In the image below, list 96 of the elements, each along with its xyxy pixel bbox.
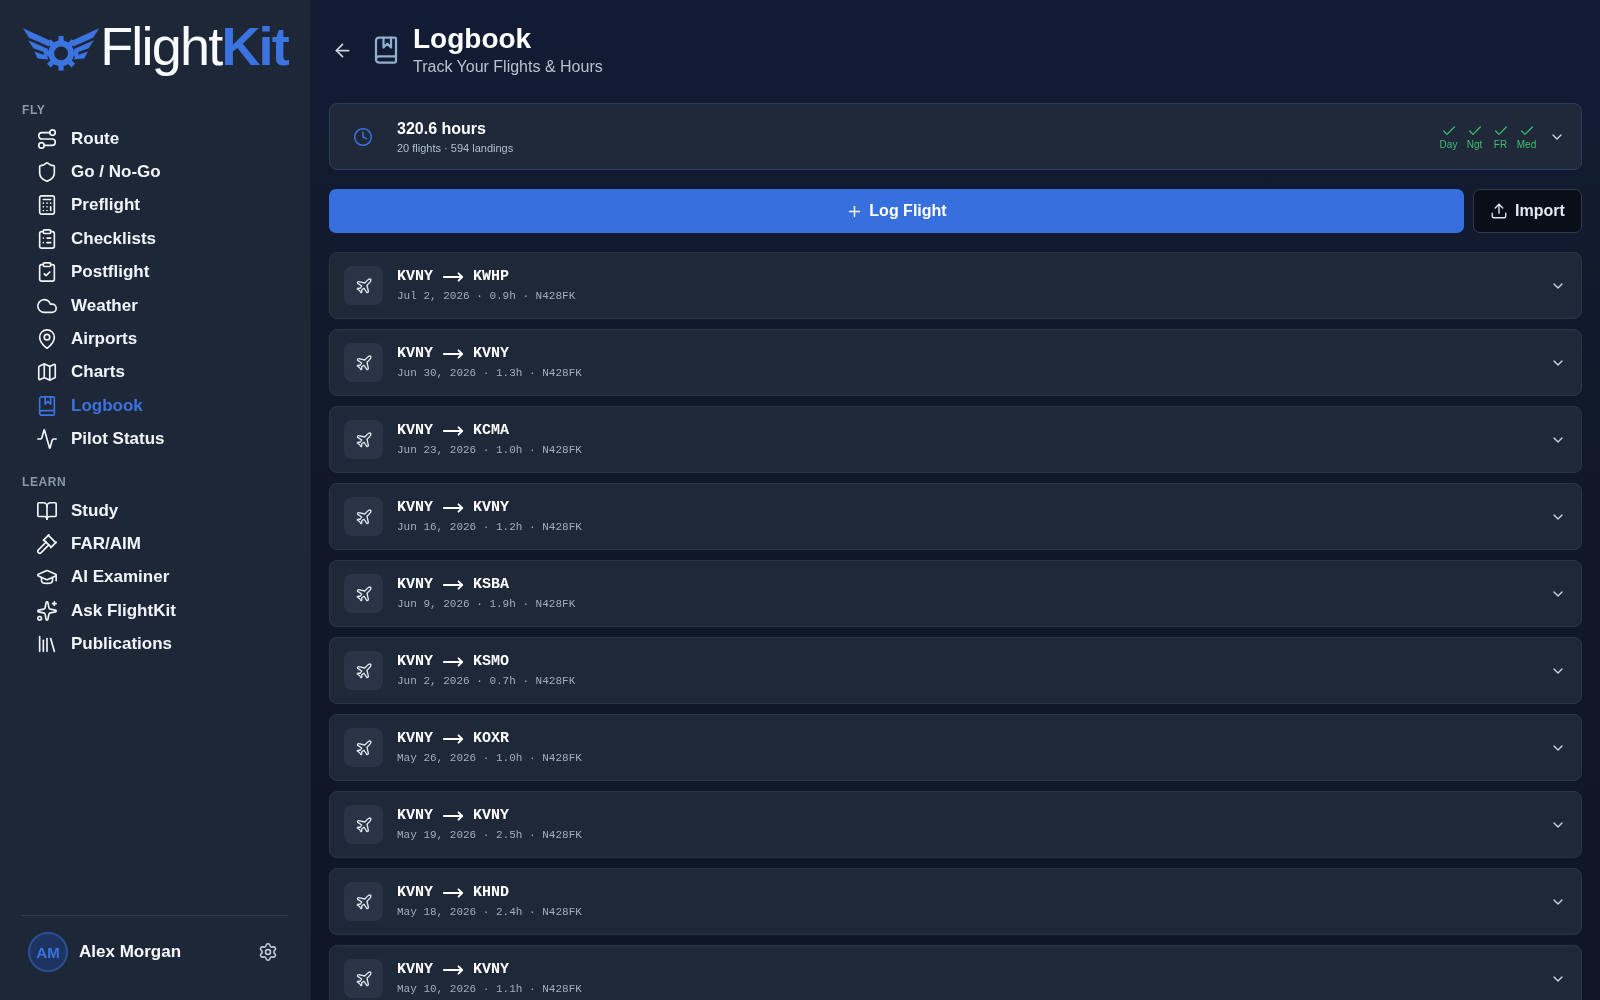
pulse-icon <box>36 428 58 451</box>
currency-label: Day <box>1439 138 1458 151</box>
origin-code: KVNY <box>397 498 433 517</box>
nav-item[interactable]: Airports <box>22 322 144 356</box>
flight-row[interactable]: KVNY KVNY Jun 16, 2026 · 1.2h · N428FK <box>329 483 1582 550</box>
nav-item[interactable]: Pilot Status <box>22 422 171 456</box>
plane-icon <box>344 343 383 382</box>
plane-icon <box>344 497 383 536</box>
flight-details: May 18, 2026 · 2.4h · N428FK <box>397 904 582 920</box>
clock-icon <box>353 126 373 147</box>
destination-code: KVNY <box>473 960 510 979</box>
flight-details: May 26, 2026 · 1.0h · N428FK <box>397 750 582 766</box>
plane-icon <box>344 805 383 844</box>
nav-item[interactable]: Postflight <box>22 255 156 289</box>
flight-details: Jul 2, 2026 · 0.9h · N428FK <box>397 288 576 304</box>
plane-icon <box>344 728 383 767</box>
destination-code: KVNY <box>473 498 510 517</box>
nav-item[interactable]: Study <box>22 493 125 528</box>
flight-details: May 10, 2026 · 1.1h · N428FK <box>397 981 582 997</box>
flight-details: Jun 16, 2026 · 1.2h · N428FK <box>397 519 582 535</box>
bookmark-book-icon <box>36 394 58 417</box>
origin-code: KVNY <box>397 729 433 748</box>
flight-row[interactable]: KVNY KWHP Jul 2, 2026 · 0.9h · N428FK <box>329 252 1582 319</box>
destination-code: KVNY <box>473 806 510 825</box>
origin-code: KVNY <box>397 575 433 594</box>
import-button[interactable]: Import <box>1473 189 1582 233</box>
plane-icon <box>344 574 383 613</box>
user-avatar: AM <box>28 932 68 972</box>
origin-code: KVNY <box>397 421 433 440</box>
open-book-icon <box>36 499 58 522</box>
nav-item[interactable]: AI Examiner <box>22 560 176 595</box>
flight-details: Jun 23, 2026 · 1.0h · N428FK <box>397 442 582 458</box>
nav-item[interactable]: Route <box>22 122 126 156</box>
origin-code: KVNY <box>397 267 433 286</box>
plane-icon <box>344 266 383 305</box>
section-label: LEARN <box>22 473 68 490</box>
destination-code: KSBA <box>473 575 510 594</box>
currency-label: Med <box>1516 138 1537 151</box>
flight-row[interactable]: KVNY KVNY May 10, 2026 · 1.1h · N428FK <box>329 945 1582 1000</box>
plane-icon <box>344 651 383 690</box>
flight-details: Jun 2, 2026 · 0.7h · N428FK <box>397 673 576 689</box>
plane-icon <box>344 959 383 998</box>
map-pin-icon <box>36 328 58 351</box>
gavel-icon <box>36 533 58 555</box>
flight-row[interactable]: KVNY KCMA Jun 23, 2026 · 1.0h · N428FK <box>329 406 1582 473</box>
page-title: Logbook <box>413 22 533 56</box>
nav-item[interactable]: Ask FlightKit <box>22 594 182 628</box>
currency-label: Ngt <box>1466 138 1483 151</box>
flight-row[interactable]: KVNY KSBA Jun 9, 2026 · 1.9h · N428FK <box>329 560 1582 627</box>
flight-row[interactable]: KVNY KSMO Jun 2, 2026 · 0.7h · N428FK <box>329 637 1582 704</box>
page-subtitle: Track Your Flights & Hours <box>413 57 603 77</box>
flights-landings-count: 20 flights · 594 landings <box>397 140 514 155</box>
calculator-icon <box>36 194 58 217</box>
origin-code: KVNY <box>397 806 433 825</box>
logo-text: Flight <box>100 17 222 75</box>
log-flight-button[interactable]: Log Flight <box>329 189 1464 233</box>
shield-icon <box>36 161 58 184</box>
flight-details: Jun 9, 2026 · 1.9h · N428FK <box>397 596 576 612</box>
flight-row[interactable]: KVNY KOXR May 26, 2026 · 1.0h · N428FK <box>329 714 1582 781</box>
destination-code: KSMO <box>473 652 510 671</box>
flight-row[interactable]: KVNY KVNY Jun 30, 2026 · 1.3h · N428FK <box>329 329 1582 396</box>
origin-code: KVNY <box>397 883 433 902</box>
upload-icon <box>1490 202 1509 220</box>
currency-label: FR <box>1493 138 1508 151</box>
logo-accent-text: Kit <box>221 17 288 75</box>
total-hours: 320.6 hours <box>397 118 487 139</box>
destination-code: KVNY <box>473 344 510 363</box>
origin-code: KVNY <box>397 652 433 671</box>
sparkles-icon <box>36 599 58 622</box>
flight-details: May 19, 2026 · 2.5h · N428FK <box>397 827 582 843</box>
nav-item[interactable]: Publications <box>22 627 179 661</box>
nav-item[interactable]: FAR/AIM <box>22 527 147 561</box>
nav-item[interactable]: Go / No-Go <box>22 155 167 189</box>
nav-item[interactable]: Charts <box>22 355 131 390</box>
user-name: Alex Morgan <box>79 942 182 962</box>
section-label: FLY <box>22 102 47 118</box>
settings-button[interactable] <box>258 942 278 962</box>
nav-item[interactable]: Preflight <box>22 188 146 223</box>
plane-icon <box>344 420 383 459</box>
map-icon <box>36 361 58 384</box>
clipboard-check-icon <box>36 261 58 284</box>
destination-code: KHND <box>473 883 510 902</box>
settings-icon <box>258 942 278 962</box>
origin-code: KVNY <box>397 960 433 979</box>
destination-code: KCMA <box>473 421 510 440</box>
nav-item[interactable]: Checklists <box>22 222 163 256</box>
destination-code: KWHP <box>473 267 510 286</box>
flight-row[interactable]: KVNY KVNY May 19, 2026 · 2.5h · N428FK <box>329 791 1582 858</box>
destination-code: KOXR <box>473 729 510 748</box>
nav-item[interactable]: Weather <box>22 288 144 323</box>
origin-code: KVNY <box>397 344 433 363</box>
flight-row[interactable]: KVNY KHND May 18, 2026 · 2.4h · N428FK <box>329 868 1582 935</box>
route-icon <box>36 127 58 150</box>
clipboard-list-icon <box>36 227 58 250</box>
plane-icon <box>344 882 383 921</box>
flight-details: Jun 30, 2026 · 1.3h · N428FK <box>397 365 582 381</box>
